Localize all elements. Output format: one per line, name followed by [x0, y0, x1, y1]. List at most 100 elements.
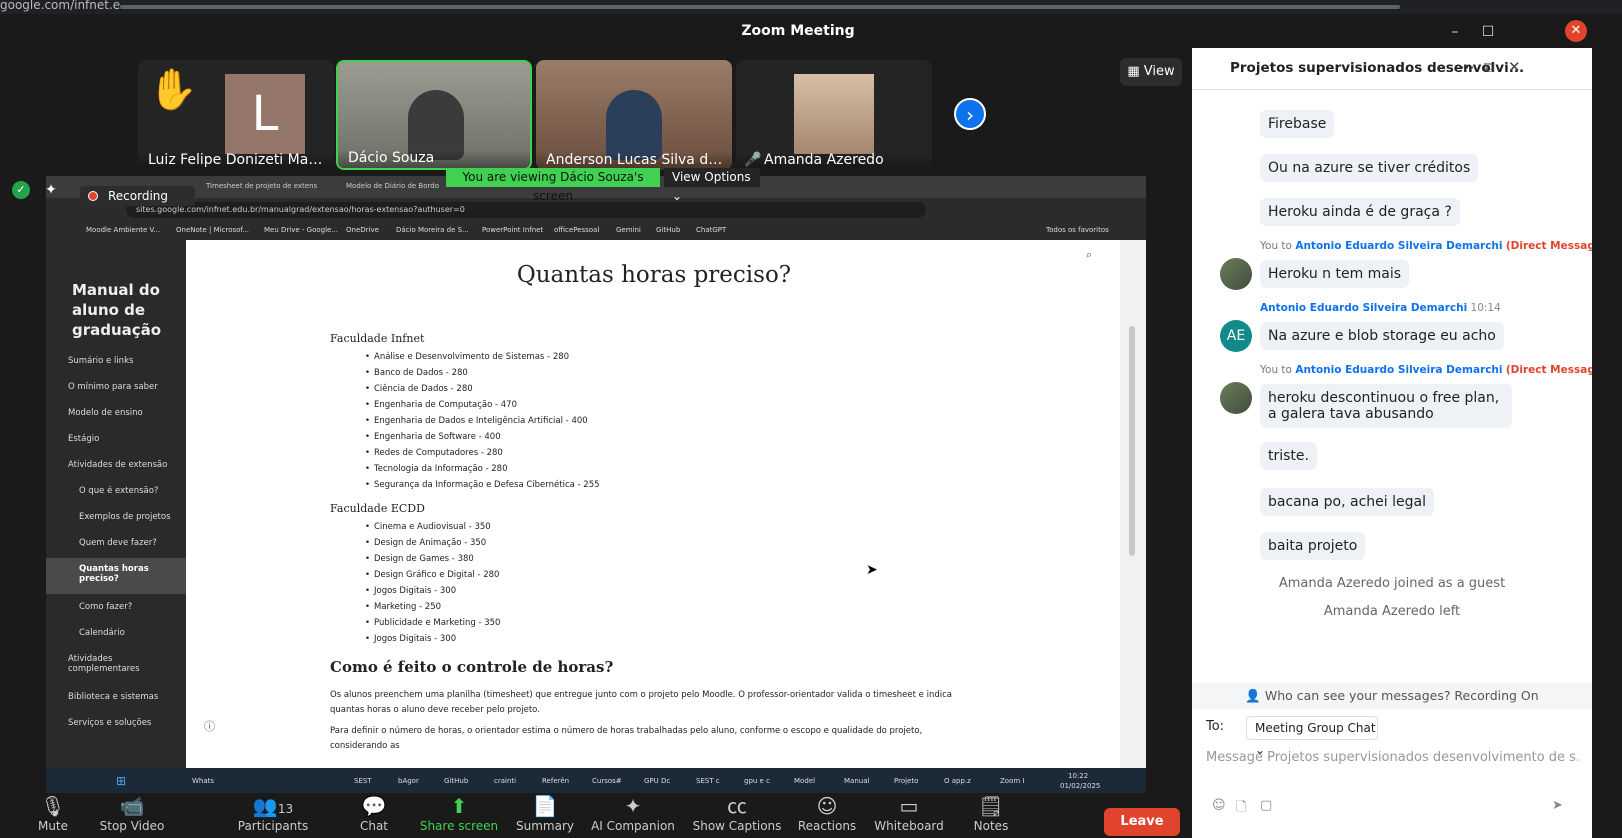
sidebar-item: Estágio	[68, 434, 100, 444]
notes-label: Notes	[973, 819, 1009, 833]
message-time: 10:14	[1470, 302, 1501, 314]
reactions-button[interactable]: ☺ Reactions	[782, 793, 872, 833]
participant-name: Luiz Felipe Donizeti Mac...	[138, 152, 334, 170]
browser-tab: Modelo de Diário de Bordo	[346, 182, 439, 190]
dm-header: You to Antonio Eduardo Silveira Demarchi…	[1260, 240, 1607, 252]
show-captions-button[interactable]: ㏄ Show Captions	[692, 793, 782, 833]
ai-sparkle-icon[interactable]: ✦	[42, 181, 60, 199]
participants-count: 13	[277, 802, 294, 816]
security-shield-icon[interactable]: ✓	[12, 181, 30, 199]
taskbar-item: gpu e c	[744, 777, 770, 785]
screenshot-icon[interactable]: ▢	[1260, 798, 1272, 813]
view-label: View	[1143, 64, 1175, 79]
chat-message: Heroku n tem mais	[1260, 260, 1410, 288]
browser-tab: Timesheet de projeto de extens	[206, 182, 318, 190]
captions-icon: ㏄	[727, 794, 747, 818]
taskbar-item: Whats	[192, 777, 215, 785]
minimize-button[interactable]: –	[1445, 22, 1465, 42]
profile-photo	[794, 74, 874, 154]
sidebar-item-selected: Quantas horas preciso?	[79, 564, 149, 584]
taskbar-item: crainti	[494, 777, 517, 785]
file-icon[interactable]: 🗋	[1236, 798, 1246, 820]
chat-title: Projetos supervisionados desenvolvi...	[1230, 60, 1525, 76]
avatar	[1220, 382, 1252, 414]
taskbar-item: O app.z	[944, 777, 971, 785]
participant-tile[interactable]: ✋ L Luiz Felipe Donizeti Mac...	[138, 60, 334, 170]
participant-tile[interactable]: Anderson Lucas Silva de...	[536, 60, 732, 170]
stop-video-button[interactable]: 📹 Stop Video	[87, 793, 177, 833]
pop-out-icon[interactable]: ⧉	[1484, 58, 1495, 76]
chat-message: Heroku ainda é de graça ?	[1260, 198, 1460, 226]
sidebar-item: O mínimo para saber	[68, 382, 158, 392]
taskbar-item: bAgor	[398, 777, 419, 785]
to-label: To:	[1206, 719, 1225, 734]
mute-button[interactable]: 🎙 Mute	[8, 793, 98, 833]
microphone-icon: 🎙	[40, 794, 66, 818]
leave-button[interactable]: Leave	[1104, 808, 1180, 836]
chat-message: Ou na azure se tiver créditos	[1260, 154, 1479, 182]
participants-button[interactable]: 👥13 Participants	[228, 793, 318, 833]
background-tab-bar	[120, 5, 1400, 9]
dm-target: Antonio Eduardo Silveira Demarchi	[1295, 240, 1503, 252]
dm-header: You to Antonio Eduardo Silveira Demarchi…	[1260, 364, 1607, 376]
reactions-label: Reactions	[797, 819, 857, 833]
participant-name: Dácio Souza	[338, 150, 530, 168]
sender-name: Antonio Eduardo Silveira Demarchi	[1260, 302, 1468, 314]
browser-address-bar: sites.google.com/infnet.edu.br/manualgra…	[46, 198, 1146, 220]
windows-start-icon: ⊞	[116, 774, 127, 788]
list-item: Design de Games - 380	[365, 554, 474, 564]
list-item: Design de Animação - 350	[365, 538, 486, 548]
address-url: sites.google.com/infnet.edu.br/manualgra…	[126, 202, 926, 218]
whiteboard-label: Whiteboard	[874, 819, 944, 833]
participant-name: Amanda Azeredo	[736, 152, 932, 170]
bookmark: OneDrive	[346, 226, 379, 234]
participant-tile[interactable]: Amanda Azeredo 🎤	[736, 60, 932, 170]
site-sidebar: Manual do aluno de graduação Sumário e l…	[46, 240, 186, 768]
right-edge-strip	[1592, 48, 1622, 838]
message-visibility-link[interactable]: 👤 Who can see your messages? Recording O…	[1192, 683, 1592, 709]
more-options-icon[interactable]: ⋯	[1460, 58, 1475, 76]
send-icon[interactable]: ➤	[1552, 798, 1563, 813]
list-item: Segurança da Informação e Defesa Ciberné…	[365, 480, 599, 490]
dm-target: Antonio Eduardo Silveira Demarchi	[1295, 364, 1503, 376]
stop-video-label: Stop Video	[99, 819, 165, 833]
recipient-select[interactable]: Meeting Group Chat ⌄	[1246, 716, 1378, 757]
ai-companion-icon: ✦	[624, 794, 642, 818]
mouse-cursor-icon: ➤	[866, 562, 878, 578]
ai-companion-button[interactable]: ✦ AI Companion	[588, 793, 678, 833]
chat-message: triste.	[1260, 442, 1317, 470]
taskbar-item: Cursos#	[592, 777, 622, 785]
summary-button[interactable]: 📄 Summary	[500, 793, 590, 833]
section-heading: Como é feito o controle de horas?	[330, 658, 614, 676]
muted-mic-icon: 🎤	[744, 152, 762, 168]
list-item: Redes de Computadores - 280	[365, 448, 503, 458]
next-page-arrow-icon[interactable]: ›	[954, 98, 986, 130]
summary-icon: 📄	[532, 794, 558, 818]
bookmark: Moodle Ambiente V...	[86, 226, 161, 234]
sidebar-item: Modelo de ensino	[68, 408, 143, 418]
emoji-icon[interactable]: ☺	[1212, 798, 1226, 813]
close-chat-icon[interactable]: ✕	[1508, 58, 1521, 76]
sender-header: Antonio Eduardo Silveira Demarchi 10:14	[1260, 302, 1501, 314]
share-screen-button[interactable]: ⬆ Share screen	[414, 793, 504, 833]
list-item: Design Gráfico e Digital - 280	[365, 570, 500, 580]
chat-button[interactable]: 💬 Chat	[329, 793, 419, 833]
view-button[interactable]: ▦ View	[1120, 58, 1182, 86]
list-item: Jogos Digitais - 300	[365, 586, 456, 596]
chat-message: heroku descontinuou o free plan, a galer…	[1260, 384, 1512, 428]
close-window-button[interactable]: ✕	[1565, 20, 1587, 42]
section-subtitle: Faculdade ECDD	[330, 502, 425, 515]
participant-tile-active-speaker[interactable]: Dácio Souza	[336, 60, 532, 170]
person-icon: 👤	[1245, 688, 1265, 703]
bookmarks-bar: Moodle Ambiente V... OneNote | Microsof.…	[46, 220, 1146, 240]
view-options-button[interactable]: View Options ⌄	[664, 168, 760, 203]
notes-button[interactable]: 🗒 Notes	[946, 793, 1036, 833]
reactions-icon: ☺	[816, 794, 838, 818]
recording-indicator[interactable]: Recording	[80, 186, 195, 206]
bookmark: OneNote | Microsof...	[176, 226, 250, 234]
maximize-button[interactable]: ☐	[1478, 22, 1498, 42]
whiteboard-button[interactable]: ▭ Whiteboard	[864, 793, 954, 833]
sidebar-item: Exemplos de projetos	[79, 512, 171, 522]
message-input[interactable]: Message Projetos supervisionados desenvo…	[1206, 750, 1578, 765]
site-brand: Manual do aluno de graduação	[72, 281, 162, 339]
